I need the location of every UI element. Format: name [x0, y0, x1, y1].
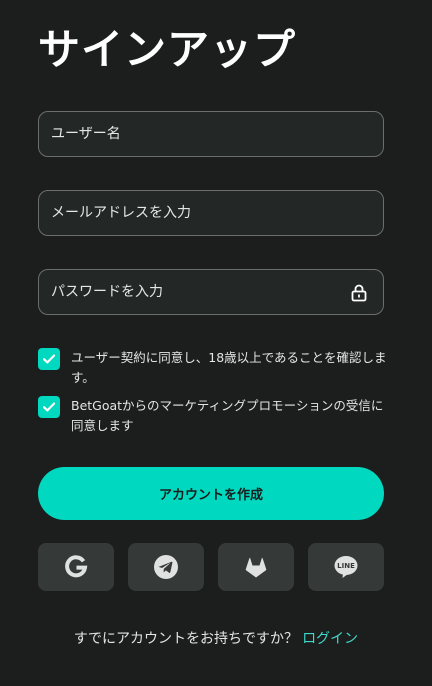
- login-link[interactable]: ログイン: [302, 631, 358, 647]
- email-field[interactable]: [39, 191, 383, 235]
- telegram-icon: [154, 555, 178, 579]
- password-field[interactable]: [39, 270, 383, 314]
- google-icon: [65, 555, 88, 578]
- line-icon-text: LINE: [337, 562, 355, 570]
- username-field-container: [38, 111, 384, 157]
- gitlab-icon: [245, 557, 267, 578]
- create-account-button[interactable]: アカウントを作成: [38, 467, 384, 520]
- login-prompt: すでにアカウントをお持ちですか？ ログイン: [0, 628, 432, 648]
- marketing-checkbox[interactable]: [38, 396, 60, 418]
- username-field[interactable]: [39, 112, 383, 156]
- lock-icon[interactable]: [349, 283, 369, 303]
- marketing-label: BetGoatからのマーケティングプロモーションの受信に同意します: [71, 398, 384, 433]
- password-field-container: [38, 269, 384, 315]
- login-prompt-text: すでにアカウントをお持ちですか？: [73, 631, 299, 647]
- page-title: サインアップ: [38, 25, 297, 74]
- telegram-login-button[interactable]: [128, 543, 204, 591]
- signup-page: サインアップ ユーザー契約に同意し、18歳以上であることを確認します。: [0, 0, 432, 686]
- agreement-terms-row: ユーザー契約に同意し、18歳以上であることを確認します。: [38, 348, 388, 388]
- email-field-container: [38, 190, 384, 236]
- line-icon: LINE: [334, 556, 358, 578]
- agreement-marketing-row: BetGoatからのマーケティングプロモーションの受信に同意します: [38, 396, 388, 436]
- google-login-button[interactable]: [38, 543, 114, 591]
- terms-label: ユーザー契約に同意し、18歳以上であることを確認します。: [71, 350, 387, 385]
- gitlab-login-button[interactable]: [218, 543, 294, 591]
- line-login-button[interactable]: LINE: [308, 543, 384, 591]
- terms-checkbox[interactable]: [38, 348, 60, 370]
